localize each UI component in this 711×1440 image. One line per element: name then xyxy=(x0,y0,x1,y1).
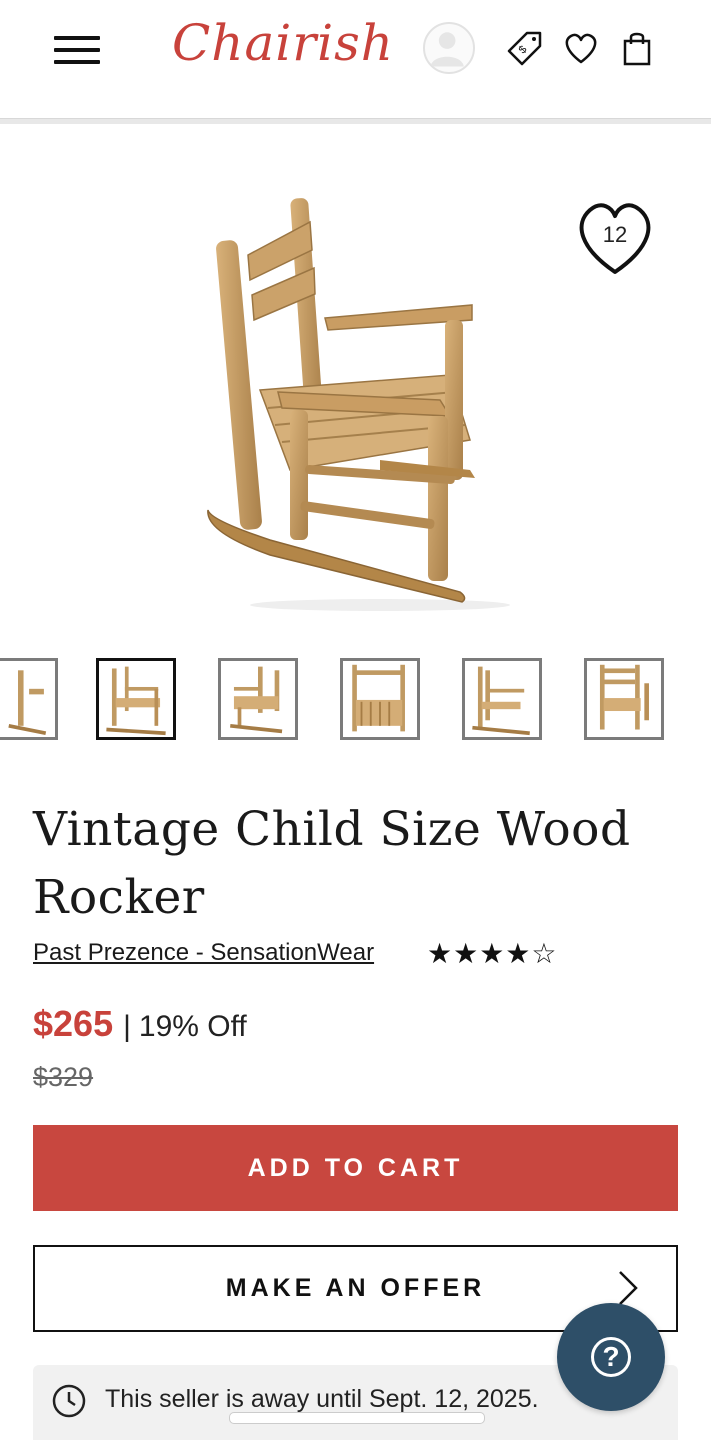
discount-label: 19% Off xyxy=(138,1010,247,1043)
away-message: This seller is away until Sept. 12, 2025… xyxy=(105,1385,539,1413)
rating-stars: ★★★★☆ xyxy=(427,938,558,969)
thumbnail-4[interactable] xyxy=(340,658,420,740)
user-avatar-icon[interactable] xyxy=(423,22,475,74)
favorite-button[interactable]: 12 xyxy=(572,198,658,278)
help-button[interactable]: ? xyxy=(557,1303,665,1411)
heart-icon[interactable] xyxy=(561,28,601,68)
price-separator: | xyxy=(123,1010,131,1043)
thumbnail-3[interactable] xyxy=(218,658,298,740)
original-price: $329 xyxy=(33,1062,94,1092)
svg-text:$: $ xyxy=(517,44,530,57)
add-to-cart-button[interactable]: ADD TO CART xyxy=(33,1125,678,1211)
chairish-logo[interactable]: Chairish xyxy=(172,14,394,72)
clock-icon xyxy=(52,1384,86,1418)
thumbnail-1[interactable] xyxy=(0,658,58,740)
thumbnail-5[interactable] xyxy=(462,658,542,740)
shopping-bag-icon[interactable] xyxy=(617,28,657,68)
current-price: $265 xyxy=(33,1003,114,1044)
app-header: Chairish $ xyxy=(0,0,711,118)
favorite-count: 12 xyxy=(602,222,628,247)
price-tag-icon[interactable]: $ xyxy=(505,28,545,68)
chevron-right-icon xyxy=(619,1271,638,1305)
hamburger-menu-icon[interactable] xyxy=(52,30,102,70)
header-divider xyxy=(0,118,711,124)
thumbnail-2[interactable] xyxy=(96,658,176,740)
product-title: Vintage Child Size Wood Rocker xyxy=(33,802,631,925)
product-main-image[interactable] xyxy=(150,170,580,620)
home-indicator xyxy=(229,1412,485,1424)
thumbnail-strip[interactable] xyxy=(0,658,711,748)
price-row: $265 | 19% Off xyxy=(33,1003,247,1053)
question-mark-icon: ? xyxy=(591,1337,631,1377)
thumbnail-6[interactable] xyxy=(584,658,664,740)
seller-link[interactable]: Past Prezence - SensationWear xyxy=(33,939,374,967)
